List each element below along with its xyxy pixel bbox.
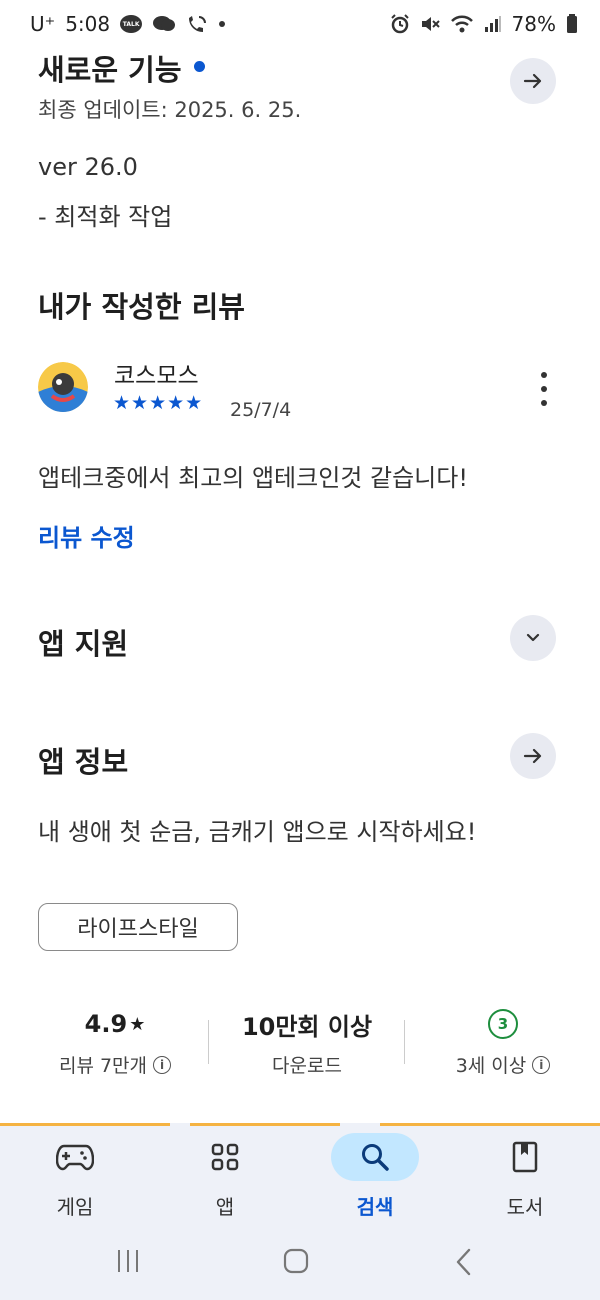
app-info-arrow-button[interactable]: [510, 733, 556, 779]
content-peek: [380, 1123, 600, 1126]
signal-icon: [484, 15, 502, 33]
content-peek: [0, 1123, 170, 1126]
app-support-title: 앱 지원: [38, 627, 129, 661]
nav-item-books[interactable]: 도서: [470, 1133, 580, 1220]
app-stats: 4.9 ★ 리뷰 7만개 i 10만회 이상 다운로드 3 3세 이상 i: [0, 1005, 600, 1085]
recent-apps-icon[interactable]: [115, 1248, 141, 1274]
whats-new-title: 새로운 기능: [38, 53, 182, 87]
nav-label-apps: 앱: [215, 1195, 235, 1219]
app-info-title: 앱 정보: [38, 745, 129, 779]
category-chip[interactable]: 라이프스타일: [38, 903, 238, 951]
review-text: 앱테크중에서 최고의 앱테크인것 같습니다!: [38, 464, 468, 492]
update-note: - 최적화 작업: [38, 203, 173, 231]
nav-label-search: 검색: [356, 1195, 394, 1219]
downloads-value: 10만회 이상: [241, 1012, 373, 1041]
battery-percent: 78%: [511, 12, 556, 36]
battery-icon: [566, 14, 578, 34]
apps-grid-icon: [211, 1143, 239, 1171]
stats-divider: [208, 1020, 209, 1064]
nav-item-search[interactable]: 검색: [320, 1133, 430, 1220]
info-icon: i: [153, 1055, 172, 1074]
edit-review-link[interactable]: 리뷰 수정: [38, 518, 135, 553]
age-rating-stat[interactable]: 3 3세 이상 i: [408, 1005, 598, 1078]
new-indicator-dot: [193, 61, 205, 72]
info-icon: i: [532, 1055, 551, 1074]
review-stars: ★★★★★: [113, 392, 204, 414]
rating-label: 리뷰 7만개: [58, 1055, 148, 1077]
status-bar: U⁺ 5:08 TALK 78%: [0, 0, 600, 48]
nav-pill: [481, 1133, 569, 1181]
wifi-call-icon: [186, 14, 208, 34]
nav-pill-active: [331, 1133, 419, 1181]
kakaotalk-icon: TALK: [120, 15, 143, 33]
rating-value: 4.9: [84, 1010, 128, 1038]
downloads-stat: 10만회 이상 다운로드: [212, 1005, 402, 1078]
content-peek: [190, 1123, 340, 1126]
review-date: 25/7/4: [230, 399, 292, 421]
wifi-icon: [450, 14, 474, 34]
arrow-right-icon: [523, 748, 542, 764]
gamepad-icon: [56, 1144, 94, 1171]
search-icon: [362, 1144, 389, 1171]
home-icon[interactable]: [283, 1248, 309, 1274]
arrow-right-icon: [523, 73, 542, 89]
system-navigation-bar: [0, 1236, 600, 1296]
carrier-label: U⁺: [30, 12, 56, 36]
my-review-title: 내가 작성한 리뷰: [38, 290, 245, 324]
stats-divider: [404, 1020, 405, 1064]
age-rating-badge: 3: [488, 1009, 518, 1039]
avatar: [38, 362, 88, 412]
nav-pill: [181, 1133, 269, 1181]
last-updated: 최종 업데이트: 2025. 6. 25.: [38, 98, 302, 122]
rating-star-icon: ★: [129, 1013, 146, 1035]
more-options-icon[interactable]: [538, 372, 550, 406]
rating-stat[interactable]: 4.9 ★ 리뷰 7만개 i: [20, 1005, 210, 1078]
age-rating-label: 3세 이상: [455, 1055, 527, 1077]
version-text: ver 26.0: [38, 153, 138, 181]
book-icon: [512, 1141, 538, 1173]
dot-icon: [218, 20, 226, 28]
nav-pill: [31, 1133, 119, 1181]
chevron-down-icon: [526, 633, 540, 642]
nav-item-games[interactable]: 게임: [20, 1133, 130, 1220]
whats-new-arrow-button[interactable]: [510, 58, 556, 104]
clock: 5:08: [65, 12, 111, 36]
chat-icon: [152, 14, 176, 34]
nav-label-games: 게임: [56, 1195, 94, 1219]
nav-item-apps[interactable]: 앱: [170, 1133, 280, 1220]
back-icon[interactable]: [453, 1248, 475, 1276]
downloads-label: 다운로드: [272, 1055, 342, 1077]
whats-new-heading: 새로운 기능: [38, 47, 205, 89]
nav-label-books: 도서: [506, 1195, 544, 1219]
app-support-expand-button[interactable]: [510, 615, 556, 661]
reviewer-name: 코스모스: [114, 363, 199, 389]
alarm-icon: [390, 14, 410, 34]
mute-icon: [420, 14, 440, 34]
app-description: 내 생애 첫 순금, 금캐기 앱으로 시작하세요!: [38, 818, 477, 846]
